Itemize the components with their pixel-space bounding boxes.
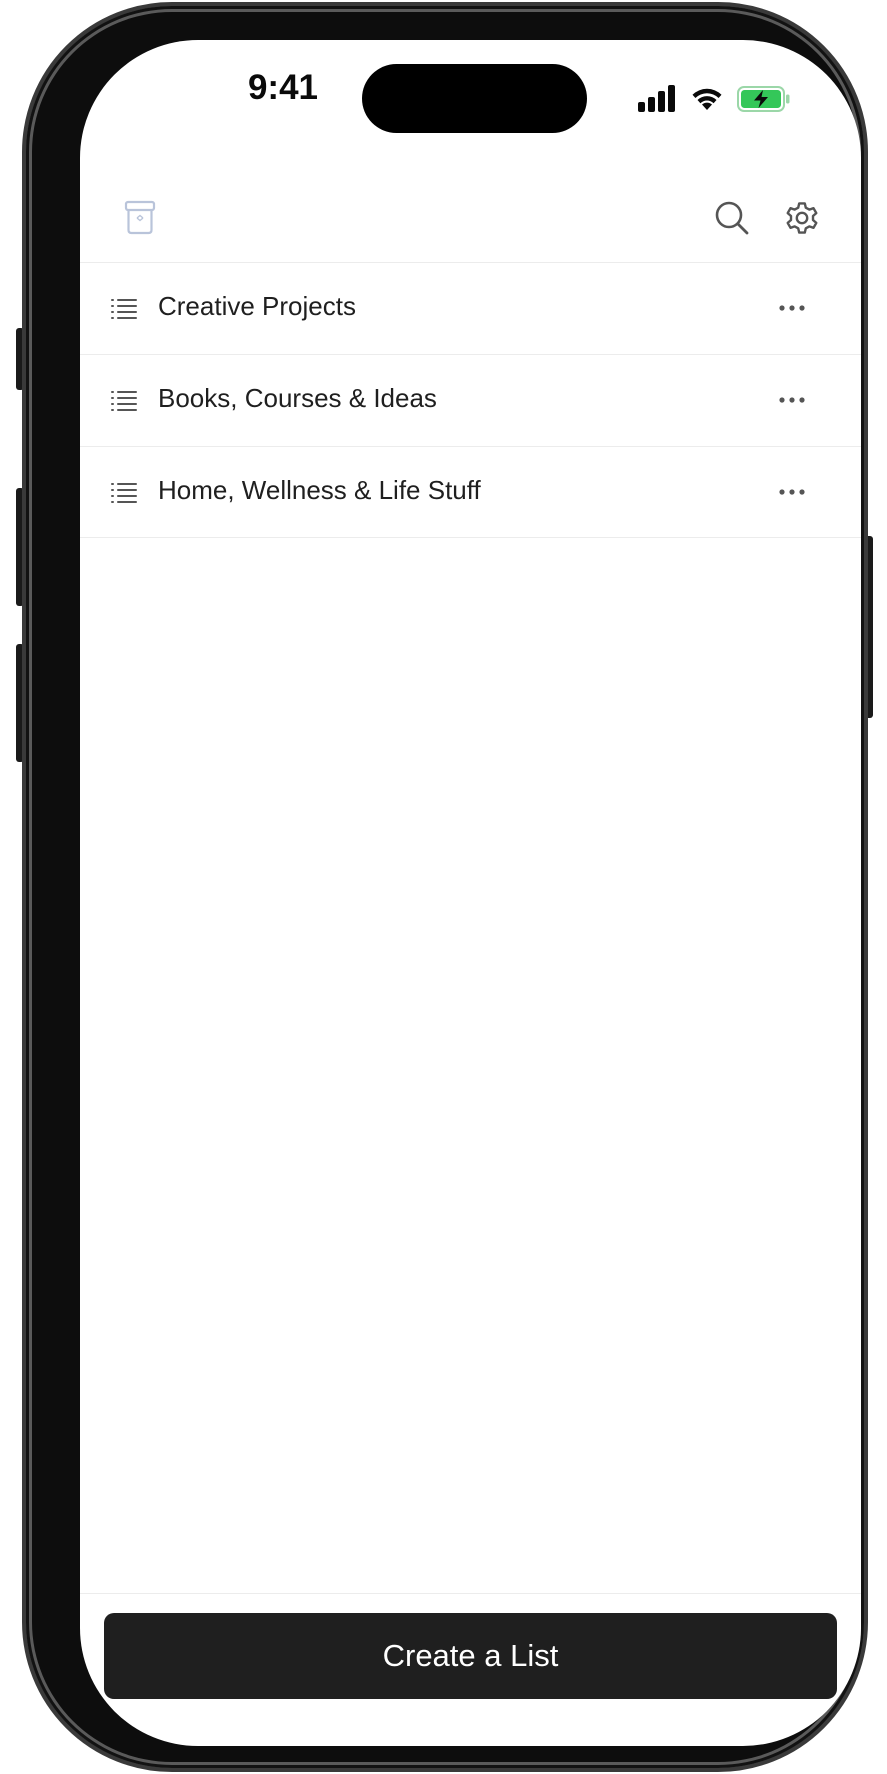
ellipsis-icon[interactable] (774, 385, 810, 415)
cellular-signal-icon (638, 85, 675, 112)
battery-charging-icon (737, 86, 790, 112)
search-icon (715, 201, 749, 235)
list-item[interactable]: Home, Wellness & Life Stuff (80, 446, 861, 538)
phone-frame: 9:41 Creative Projects Books, Courses & … (22, 2, 868, 1772)
archive-box-icon (124, 200, 156, 235)
list-item[interactable]: Books, Courses & Ideas (80, 354, 861, 446)
list-icon (111, 391, 137, 411)
bottom-divider (80, 1593, 861, 1594)
list-item-label: Books, Courses & Ideas (158, 383, 437, 413)
toolbar (80, 170, 861, 262)
create-list-button[interactable]: Create a List (104, 1613, 837, 1699)
dynamic-island (362, 64, 587, 133)
list-item-label: Creative Projects (158, 291, 356, 321)
list-item[interactable]: Creative Projects (80, 262, 861, 354)
archive-button[interactable] (118, 196, 162, 240)
wifi-icon (692, 88, 722, 110)
status-time: 9:41 (247, 68, 319, 107)
list-icon (111, 483, 137, 503)
gear-icon (786, 202, 818, 234)
ellipsis-icon[interactable] (774, 293, 810, 323)
settings-button[interactable] (780, 196, 824, 240)
search-button[interactable] (710, 196, 754, 240)
ellipsis-icon[interactable] (774, 477, 810, 507)
list-item-label: Home, Wellness & Life Stuff (158, 475, 481, 505)
list-icon (111, 299, 137, 319)
lists-container: Creative Projects Books, Courses & Ideas (80, 262, 861, 538)
screen: 9:41 Creative Projects Books, Courses & … (80, 40, 861, 1746)
